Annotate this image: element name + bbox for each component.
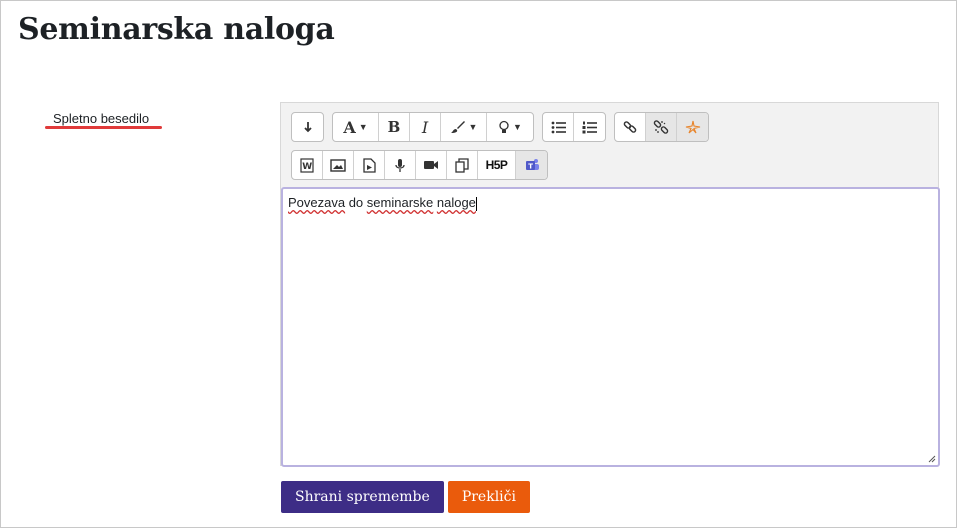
link-icon xyxy=(623,121,637,133)
record-audio-button[interactable] xyxy=(385,151,416,179)
brush-color-icon xyxy=(450,121,465,133)
highlight-button[interactable]: ▼ xyxy=(487,113,533,141)
toolbar-group-links xyxy=(614,112,709,142)
resize-handle-icon[interactable] xyxy=(928,455,936,463)
editor-text-word-1: Povezava xyxy=(288,195,346,210)
toolbar-group-lists xyxy=(542,112,606,142)
chevron-down-icon: ▼ xyxy=(468,122,478,132)
italic-button[interactable]: I xyxy=(410,113,441,141)
media-file-icon xyxy=(362,157,376,173)
link-button[interactable] xyxy=(615,113,646,141)
text-cursor xyxy=(475,196,477,211)
chevron-down-icon: ▼ xyxy=(513,122,522,132)
toolbar-group-media: W H5P T xyxy=(291,150,548,180)
microphone-icon xyxy=(395,158,405,172)
collapse-icon xyxy=(303,122,312,133)
unlink-button[interactable] xyxy=(646,113,677,141)
image-icon xyxy=(330,158,346,172)
font-style-icon: A xyxy=(343,117,356,137)
word-import-icon: W xyxy=(300,157,314,173)
cancel-button[interactable]: Prekliči xyxy=(447,481,530,513)
editor-toolbar-row-1: A ▼ B I ▼ ▼ xyxy=(291,112,709,142)
form-actions: Shrani spremembe Prekliči xyxy=(281,481,530,513)
editor-content-area[interactable]: Povezava do seminarske naloge xyxy=(281,187,940,467)
copy-button[interactable] xyxy=(447,151,478,179)
teams-icon: T xyxy=(525,159,539,171)
copy-icon xyxy=(455,157,469,173)
toolbar-group-format: A ▼ B I ▼ ▼ xyxy=(332,112,534,142)
editor-text-word-3: seminarske xyxy=(366,195,434,210)
font-style-button[interactable]: A ▼ xyxy=(333,113,379,141)
teams-button[interactable]: T xyxy=(516,151,547,179)
toolbar-group-collapse xyxy=(291,112,324,142)
page-title: Seminarska naloga xyxy=(18,12,335,47)
bold-button[interactable]: B xyxy=(379,113,410,141)
unordered-list-icon xyxy=(551,121,566,133)
special-insert-button[interactable] xyxy=(677,113,708,141)
editor-toolbar-row-2: W H5P T xyxy=(291,150,548,180)
h5p-button[interactable]: H5P xyxy=(478,151,516,179)
media-file-button[interactable] xyxy=(354,151,385,179)
lightbulb-icon xyxy=(499,120,509,133)
rich-text-editor: A ▼ B I ▼ ▼ W H5P T Povezava do seminars… xyxy=(280,102,940,467)
italic-icon: I xyxy=(421,117,429,137)
unordered-list-button[interactable] xyxy=(543,113,574,141)
field-label: Spletno besedilo xyxy=(53,111,150,126)
svg-text:T: T xyxy=(528,163,533,171)
collapse-toolbar-button[interactable] xyxy=(292,113,323,141)
text-color-button[interactable]: ▼ xyxy=(441,113,487,141)
bold-icon: B xyxy=(387,118,401,136)
ordered-list-button[interactable] xyxy=(574,113,605,141)
ordered-list-icon xyxy=(582,121,597,133)
unlink-icon xyxy=(653,120,669,134)
starburst-icon xyxy=(685,120,700,134)
image-button[interactable] xyxy=(323,151,354,179)
save-changes-button[interactable]: Shrani spremembe xyxy=(281,481,444,513)
record-video-button[interactable] xyxy=(416,151,447,179)
editor-text-word-4: naloge xyxy=(436,195,476,210)
h5p-icon: H5P xyxy=(485,158,508,172)
chevron-down-icon: ▼ xyxy=(358,122,368,132)
editor-text-word-2: do xyxy=(345,195,367,210)
label-underline xyxy=(45,126,162,129)
video-camera-icon xyxy=(424,161,438,169)
word-import-button[interactable]: W xyxy=(292,151,323,179)
svg-text:W: W xyxy=(302,162,312,172)
